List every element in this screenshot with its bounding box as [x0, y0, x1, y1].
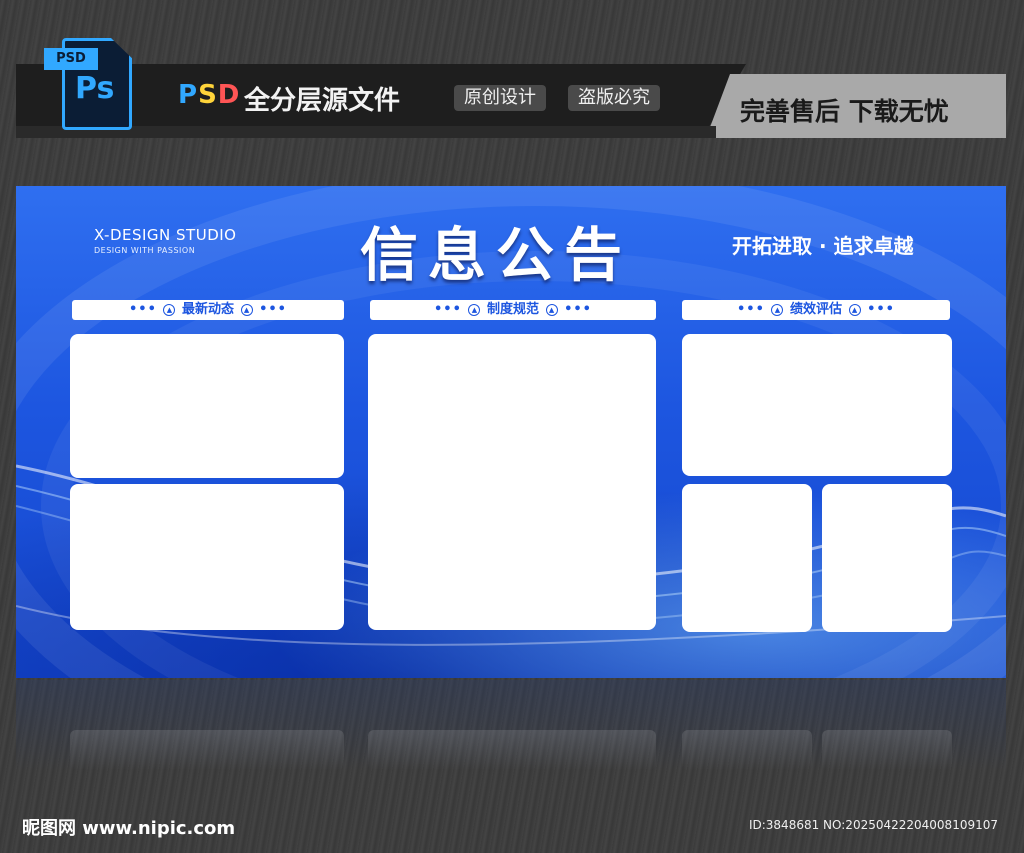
- notice-board: X-DESIGN STUDIO DESIGN WITH PASSION 信息公告…: [16, 186, 1006, 678]
- psd-tag: PSD: [44, 48, 98, 70]
- section-label: 制度规范: [486, 302, 539, 317]
- section-header-latest-news: ••• ▲ 最新动态 ▲ •••: [72, 300, 344, 320]
- section-header-regulations: ••• ▲ 制度规范 ▲ •••: [370, 300, 656, 320]
- full-layer-text: 全分层源文件: [244, 86, 401, 116]
- psd-letter-d: D: [217, 80, 241, 110]
- dots-decoration: •••: [564, 302, 592, 317]
- section-label: 最新动态: [181, 302, 234, 317]
- panel-performance-main: [682, 334, 952, 476]
- panel-latest-news-2: [70, 484, 344, 630]
- board-title: 信息公告: [360, 221, 633, 289]
- after-sale-text: 完善售后 下载无忧: [740, 97, 949, 126]
- psd-letter-s: S: [198, 80, 218, 110]
- triangle-icon: ▲: [468, 303, 481, 316]
- reflection-panel: [682, 730, 812, 770]
- triangle-icon: ▲: [848, 303, 861, 316]
- triangle-icon: ▲: [240, 303, 253, 316]
- studio-name: X-DESIGN STUDIO: [94, 226, 237, 244]
- reflection-panel: [70, 730, 344, 770]
- dots-decoration: •••: [433, 302, 462, 317]
- triangle-icon: ▲: [771, 303, 784, 316]
- triangle-icon: ▲: [163, 303, 176, 316]
- reflection-panel: [368, 730, 656, 770]
- pill-piracy-warning: 盗版必究: [568, 85, 660, 111]
- reflection-panel: [822, 730, 952, 770]
- dots-decoration: •••: [128, 302, 157, 317]
- panel-performance-small-2: [822, 484, 952, 632]
- psd-label: PSD: [178, 80, 240, 110]
- pill-original-design: 原创设计: [454, 85, 546, 111]
- section-header-performance: ••• ▲ 绩效评估 ▲ •••: [682, 300, 950, 320]
- image-id-text: ID:3848681 NO:20250422204008109107: [748, 818, 998, 832]
- studio-tagline: DESIGN WITH PASSION: [94, 246, 196, 255]
- panel-performance-small-1: [682, 484, 812, 632]
- dots-decoration: •••: [259, 302, 287, 317]
- psd-letter-p: P: [178, 80, 199, 110]
- photoshop-file-icon: Ps PSD: [44, 38, 140, 132]
- ps-letters: Ps: [75, 71, 115, 106]
- dots-decoration: •••: [867, 302, 895, 317]
- panel-latest-news-1: [70, 334, 344, 478]
- panel-regulations: [368, 334, 656, 630]
- triangle-icon: ▲: [545, 303, 558, 316]
- section-label: 绩效评估: [789, 302, 842, 317]
- dots-decoration: •••: [736, 302, 765, 317]
- site-watermark: 昵图网 www.nipic.com: [22, 818, 236, 839]
- board-slogan: 开拓进取 · 追求卓越: [732, 234, 914, 258]
